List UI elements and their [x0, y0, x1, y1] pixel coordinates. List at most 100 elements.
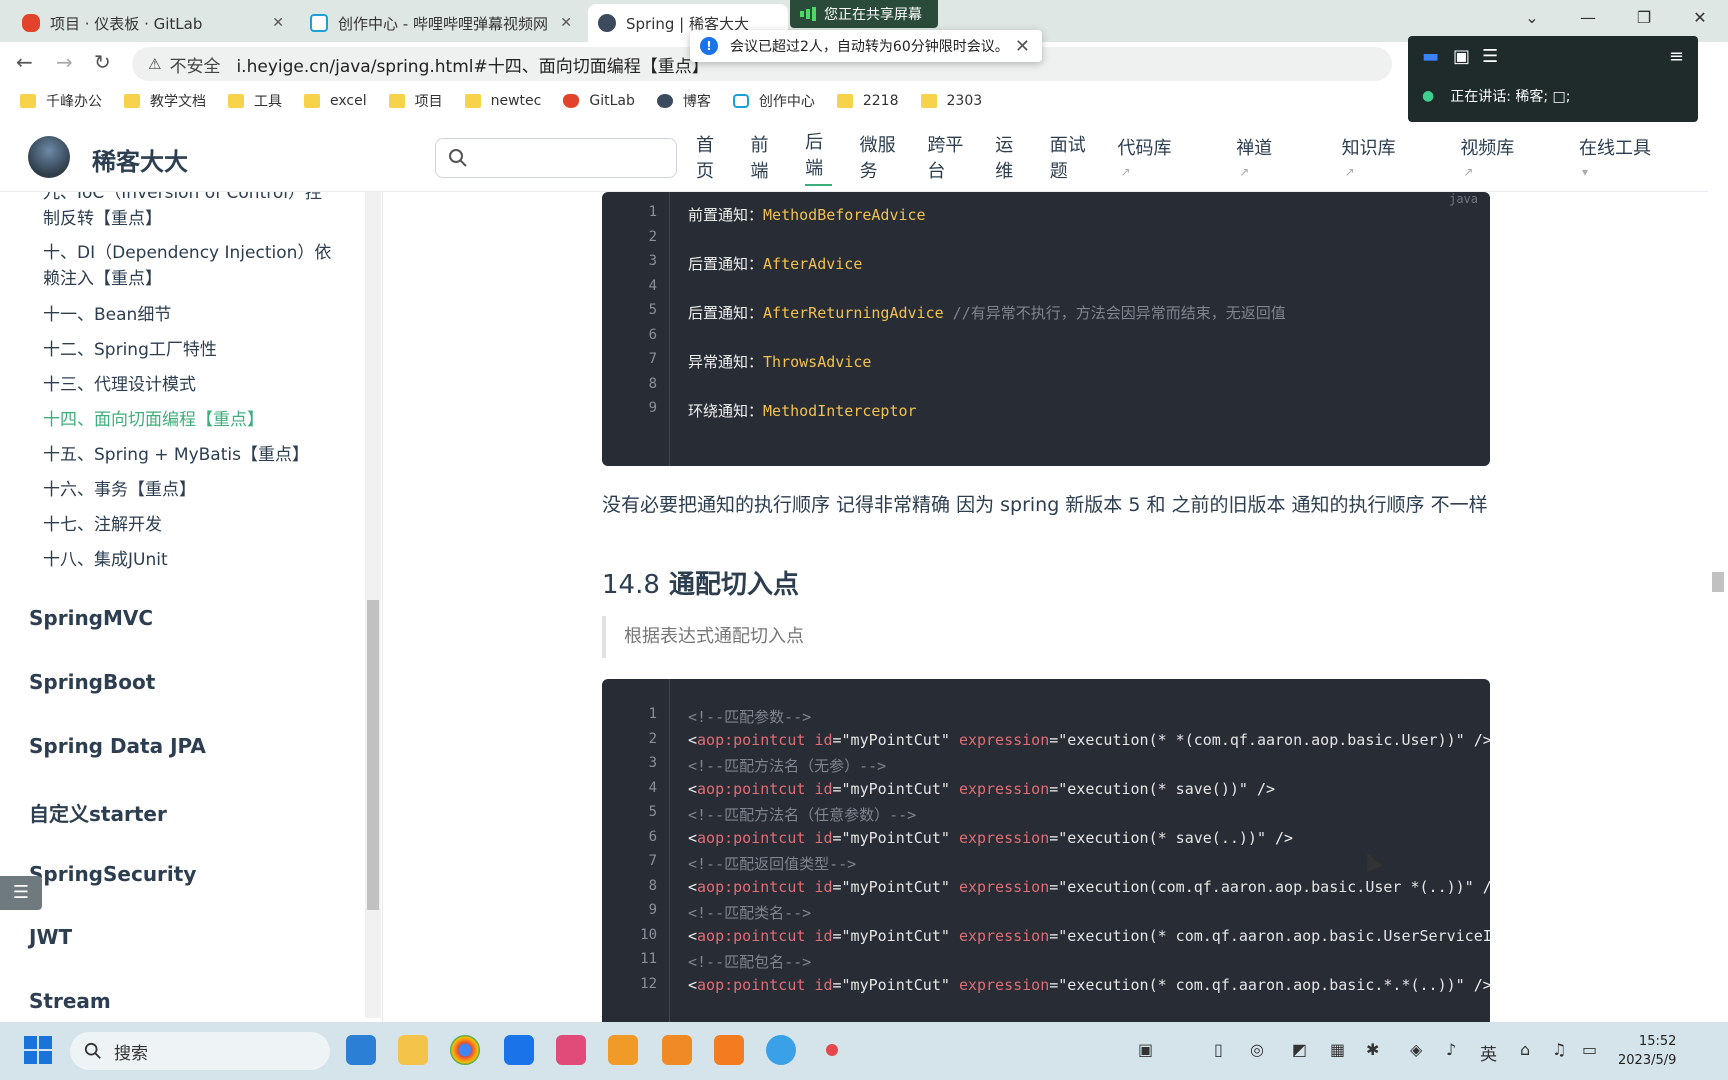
line-number: 12 — [640, 975, 657, 992]
reload-icon[interactable]: ↻ — [94, 50, 111, 74]
nav-backend[interactable]: 后端 — [805, 128, 832, 186]
taskbar-search[interactable]: 搜索 — [70, 1032, 330, 1070]
bookmark-item[interactable]: excel — [304, 93, 367, 109]
scrollbar-thumb[interactable] — [367, 600, 379, 910]
app-icon[interactable] — [662, 1035, 692, 1065]
sidebar-group-springmvc[interactable]: SpringMVC — [29, 606, 153, 630]
whiteboard-icon[interactable] — [504, 1035, 534, 1065]
clock[interactable]: 15:52 2023/5/9 — [1618, 1032, 1676, 1070]
network-icon[interactable]: ⌂ — [1520, 1040, 1530, 1059]
bookmark-item[interactable]: 创作中心 — [732, 91, 815, 111]
sidebar-group-jwt[interactable]: JWT — [29, 925, 72, 949]
sidebar-group-springdatajpa[interactable]: Spring Data JPA — [29, 734, 206, 758]
battery-icon[interactable]: ▭ — [1582, 1040, 1597, 1059]
tab-gitlab[interactable]: 项目 · 仪表板 · GitLab ✕ — [12, 4, 294, 42]
folder-icon — [388, 94, 405, 108]
search-input[interactable] — [435, 138, 677, 178]
tray-icon[interactable]: ◎ — [1250, 1040, 1264, 1059]
nav-microservice[interactable]: 微服务 — [860, 131, 900, 183]
minimize-icon[interactable]: — — [1560, 0, 1616, 36]
vscode-icon[interactable] — [346, 1035, 376, 1065]
close-tab-icon[interactable]: ✕ — [560, 15, 572, 31]
nav-interview[interactable]: 面试题 — [1050, 131, 1090, 183]
bookmark-item[interactable]: 千峰办公 — [20, 91, 102, 111]
sidebar-item-bean[interactable]: 十一、Bean细节 — [43, 302, 333, 328]
security-icon[interactable]: ◈ — [1410, 1040, 1422, 1059]
meeting-panel: ▬ ▣ ☰ ≡ ● 正在讲话: 稀客; □; — [1408, 36, 1698, 122]
bookmark-item[interactable]: newtec — [464, 93, 541, 109]
sidebar-scrollbar[interactable] — [365, 192, 381, 1018]
bookmark-item[interactable]: 2218 — [836, 93, 899, 109]
nav-knowledge[interactable]: 知识库↗ — [1342, 134, 1433, 181]
sidebar-item-factory[interactable]: 十二、Spring工厂特性 — [43, 337, 333, 363]
code-token: /> — [1464, 975, 1490, 994]
line-number: 1 — [648, 204, 657, 220]
forward-icon[interactable]: → — [56, 50, 73, 74]
sidebar-item-mybatis[interactable]: 十五、Spring + MyBatis【重点】 — [43, 442, 333, 468]
tab-list-icon[interactable]: ⌄ — [1504, 0, 1560, 36]
sidebar-item-junit[interactable]: 十八、集成JUnit — [43, 547, 333, 573]
intellij-icon[interactable] — [556, 1035, 586, 1065]
close-window-icon[interactable]: ✕ — [1672, 0, 1728, 36]
bookmark-item[interactable]: 2303 — [920, 93, 982, 109]
nav-code-repo[interactable]: 代码库↗ — [1118, 134, 1209, 181]
restore-icon[interactable]: ❐ — [1616, 0, 1672, 36]
sidebar-group-springboot[interactable]: SpringBoot — [29, 670, 155, 694]
bookmark-item[interactable]: 项目 — [388, 91, 443, 111]
microphone-icon[interactable]: ♪ — [1446, 1040, 1456, 1059]
volume-icon[interactable]: ♫ — [1552, 1040, 1566, 1059]
chat-icon[interactable] — [766, 1035, 796, 1065]
toc-toggle-button[interactable]: ☰ — [0, 876, 42, 910]
file-explorer-icon[interactable] — [398, 1035, 428, 1065]
nav-zentao[interactable]: 禅道↗ — [1236, 134, 1313, 181]
menu-icon[interactable]: ≡ — [1669, 46, 1684, 67]
nav-home[interactable]: 首页 — [696, 131, 723, 183]
sidebar-item-aop-active[interactable]: 十四、面向切面编程【重点】 — [43, 407, 333, 433]
tray-icon[interactable]: ◩ — [1292, 1040, 1307, 1059]
start-button[interactable] — [24, 1036, 52, 1064]
tray-icon[interactable]: ▦ — [1330, 1040, 1345, 1059]
page-scrollbar[interactable] — [1708, 122, 1728, 1022]
bookmark-item[interactable]: 博客 — [656, 91, 711, 111]
microphone-icon: ● — [1422, 88, 1435, 104]
scrollbar-thumb[interactable] — [1712, 572, 1724, 592]
sidebar-group-springsecurity[interactable]: SpringSecurity — [29, 862, 196, 886]
recording-icon[interactable] — [826, 1044, 838, 1056]
nav-online-tools[interactable]: 在线工具▾ — [1579, 134, 1680, 181]
back-icon[interactable]: ← — [16, 50, 33, 74]
bookmark-item[interactable]: 教学文档 — [124, 91, 206, 111]
tab-bilibili[interactable]: 创作中心 - 哔哩哔哩弹幕视频网 ✕ — [300, 4, 582, 42]
nav-cross-platform[interactable]: 跨平台 — [927, 131, 967, 183]
ime-indicator[interactable]: 英 — [1480, 1040, 1497, 1065]
meeting-app-icon[interactable] — [714, 1035, 744, 1065]
nav-video[interactable]: 视频库↗ — [1460, 134, 1551, 181]
search-icon — [84, 1042, 101, 1059]
code-token: id — [814, 779, 833, 798]
chrome-icon[interactable] — [450, 1035, 480, 1065]
sidebar-item-annotation[interactable]: 十七、注解开发 — [43, 512, 333, 538]
sidebar-item-di[interactable]: 十、DI（Dependency Injection）依赖注入【重点】 — [43, 240, 333, 292]
sidebar-group-stream[interactable]: Stream — [29, 989, 111, 1013]
tray-icon[interactable]: ✱ — [1366, 1040, 1379, 1059]
bookmark-item[interactable]: 工具 — [228, 91, 282, 111]
grid-icon[interactable]: ☰ — [1482, 46, 1498, 67]
tray-icon[interactable]: ▯ — [1214, 1040, 1223, 1059]
code-token: = — [1049, 926, 1059, 945]
sidebar-item-transaction[interactable]: 十六、事务【重点】 — [43, 477, 333, 503]
bookmark-item[interactable]: GitLab — [563, 93, 635, 109]
close-icon[interactable]: ✕ — [1015, 36, 1030, 57]
sidebar-group-starter[interactable]: 自定义starter — [29, 798, 167, 827]
site-logo-avatar[interactable] — [28, 136, 70, 178]
tray-app-icon[interactable]: ▣ — [1138, 1040, 1153, 1059]
sidebar-item-proxy[interactable]: 十三、代理设计模式 — [43, 372, 333, 398]
nav-ops[interactable]: 运维 — [995, 131, 1022, 183]
minimize-icon[interactable]: ▬ — [1422, 46, 1439, 67]
sidebar-item-ioc[interactable]: 九、IoC（Inversion of Control）控制反转【重点】 — [43, 192, 333, 232]
sublime-icon[interactable] — [608, 1035, 638, 1065]
site-name[interactable]: 稀客大大 — [92, 142, 188, 177]
code-token: = — [832, 926, 842, 945]
close-tab-icon[interactable]: ✕ — [272, 15, 284, 31]
window-icon[interactable]: ▣ — [1453, 46, 1470, 67]
nav-frontend[interactable]: 前端 — [751, 131, 778, 183]
